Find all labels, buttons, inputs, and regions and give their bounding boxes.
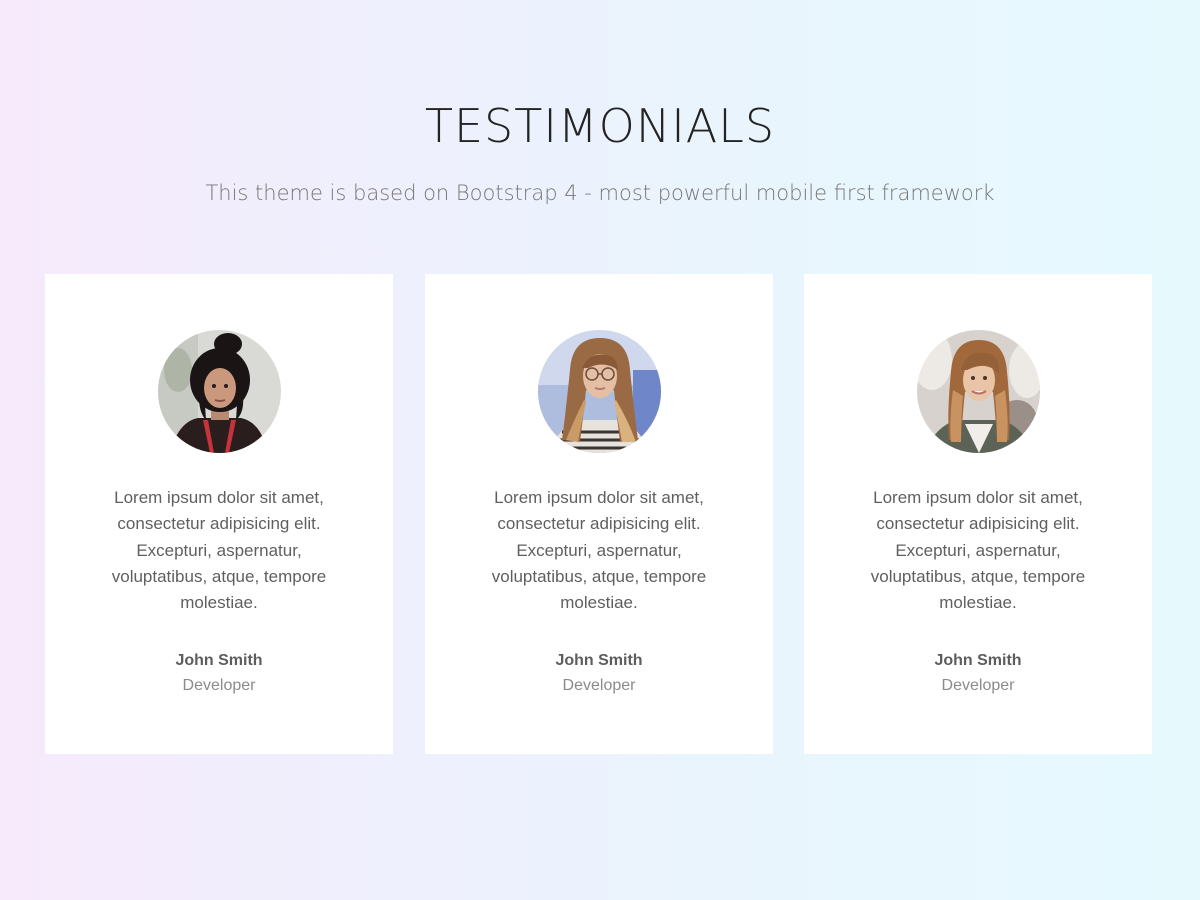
testimonial-card: Lorem ipsum dolor sit amet, consectetur … (804, 274, 1152, 754)
section-title: TESTIMONIALS (424, 99, 776, 153)
person-portrait-dark-hair-icon (158, 330, 281, 453)
testimonial-name: John Smith (555, 652, 643, 669)
testimonial-quote: Lorem ipsum dolor sit amet, consectetur … (111, 488, 327, 613)
section-subtitle: This theme is based on Bootstrap 4 - mos… (205, 181, 995, 205)
avatar (538, 330, 661, 453)
testimonial-name: John Smith (934, 652, 1022, 669)
testimonial-card: Lorem ipsum dolor sit amet, consectetur … (45, 274, 393, 754)
testimonial-role: Developer (182, 677, 256, 694)
testimonial-quote: Lorem ipsum dolor sit amet, consectetur … (491, 488, 707, 613)
testimonial-role: Developer (562, 677, 636, 694)
avatar (158, 330, 281, 453)
person-portrait-long-hair-icon (917, 330, 1040, 453)
testimonial-card: Lorem ipsum dolor sit amet, consectetur … (425, 274, 773, 754)
testimonial-quote: Lorem ipsum dolor sit amet, consectetur … (870, 488, 1086, 613)
testimonial-name: John Smith (175, 652, 263, 669)
person-portrait-glasses-icon (538, 330, 661, 453)
avatar (917, 330, 1040, 453)
testimonial-role: Developer (941, 677, 1015, 694)
testimonials-grid: Lorem ipsum dolor sit amet, consectetur … (45, 274, 1152, 754)
